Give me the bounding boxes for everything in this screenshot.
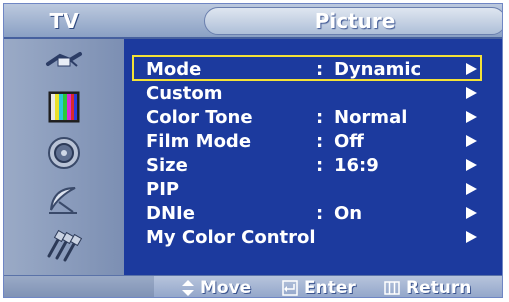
antenna-plug-icon bbox=[46, 52, 82, 67]
sidebar-item-setup[interactable] bbox=[4, 223, 124, 267]
chevron-right-icon bbox=[466, 87, 477, 99]
menu-row-color-tone[interactable]: Color Tone : Normal bbox=[124, 105, 494, 129]
menu-row-film-mode[interactable]: Film Mode : Off bbox=[124, 129, 494, 153]
menu-row-my-color-control[interactable]: My Color Control bbox=[124, 225, 494, 249]
footer-return-label: Return bbox=[406, 278, 472, 298]
menu-row-label: My Color Control bbox=[146, 226, 316, 248]
menu-row-label: Film Mode bbox=[146, 130, 252, 152]
menu-row-label: Size bbox=[146, 154, 188, 176]
chevron-right-icon bbox=[466, 207, 477, 219]
up-down-arrow-icon bbox=[182, 280, 194, 296]
menu-row-value: Normal bbox=[334, 106, 408, 128]
menu-row-label: DNIe bbox=[146, 202, 195, 224]
satellite-dish-icon bbox=[49, 187, 77, 214]
footer-move-label: Move bbox=[200, 278, 252, 298]
enter-icon bbox=[282, 280, 298, 296]
menu-row-value: Off bbox=[334, 130, 364, 152]
chevron-right-icon bbox=[466, 63, 477, 75]
footer-return: Return bbox=[384, 276, 472, 298]
tv-osd-window: TV Picture Mode: Dynamic Custom Color T… bbox=[3, 3, 503, 298]
return-icon bbox=[384, 281, 400, 295]
title-bar: TV Picture bbox=[4, 4, 502, 39]
menu-title: Picture bbox=[204, 7, 502, 35]
sidebar-item-sound[interactable] bbox=[4, 131, 124, 175]
menu-row-dnie[interactable]: DNIe : On bbox=[124, 201, 494, 225]
picture-menu: Mode : Dynamic Custom Color Tone : Norma… bbox=[124, 39, 502, 275]
sidebar-item-channel[interactable] bbox=[4, 177, 124, 221]
footer-enter: Enter bbox=[282, 276, 356, 298]
menu-row-value: Dynamic bbox=[334, 58, 422, 80]
menu-row-pip[interactable]: PIP bbox=[124, 177, 494, 201]
menu-row-value: On bbox=[334, 202, 363, 224]
menu-row-label: Mode bbox=[146, 58, 202, 80]
menu-row-colon: : bbox=[316, 130, 324, 152]
footer-enter-label: Enter bbox=[304, 278, 356, 298]
menu-row-label: PIP bbox=[146, 178, 180, 200]
menu-row-colon: : bbox=[316, 154, 324, 176]
menu-row-custom[interactable]: Custom bbox=[124, 81, 494, 105]
sidebar-item-input[interactable] bbox=[4, 39, 124, 83]
color-bars-icon bbox=[48, 91, 80, 123]
menu-row-mode[interactable]: Mode : Dynamic bbox=[124, 55, 494, 81]
category-sidebar bbox=[4, 39, 124, 275]
chevron-right-icon bbox=[466, 159, 477, 171]
menu-row-label: Custom bbox=[146, 82, 223, 104]
footer-left-panel bbox=[4, 276, 154, 297]
chevron-right-icon bbox=[466, 231, 477, 243]
menu-row-colon: : bbox=[316, 58, 324, 80]
speaker-icon bbox=[48, 137, 80, 169]
chevron-right-icon bbox=[466, 183, 477, 195]
chevron-right-icon bbox=[466, 111, 477, 123]
chevron-right-icon bbox=[466, 135, 477, 147]
menu-row-colon: : bbox=[316, 106, 324, 128]
footer-move: Move bbox=[182, 276, 252, 298]
sidebar-item-picture[interactable] bbox=[4, 85, 124, 129]
tv-label: TV bbox=[49, 8, 79, 33]
menu-row-size[interactable]: Size : 16:9 bbox=[124, 153, 494, 177]
menu-row-colon: : bbox=[316, 202, 324, 224]
menu-row-label: Color Tone bbox=[146, 106, 253, 128]
menu-row-value: 16:9 bbox=[334, 154, 379, 176]
footer-help-bar: Move Enter Return bbox=[4, 275, 502, 298]
cables-icon bbox=[47, 229, 83, 262]
